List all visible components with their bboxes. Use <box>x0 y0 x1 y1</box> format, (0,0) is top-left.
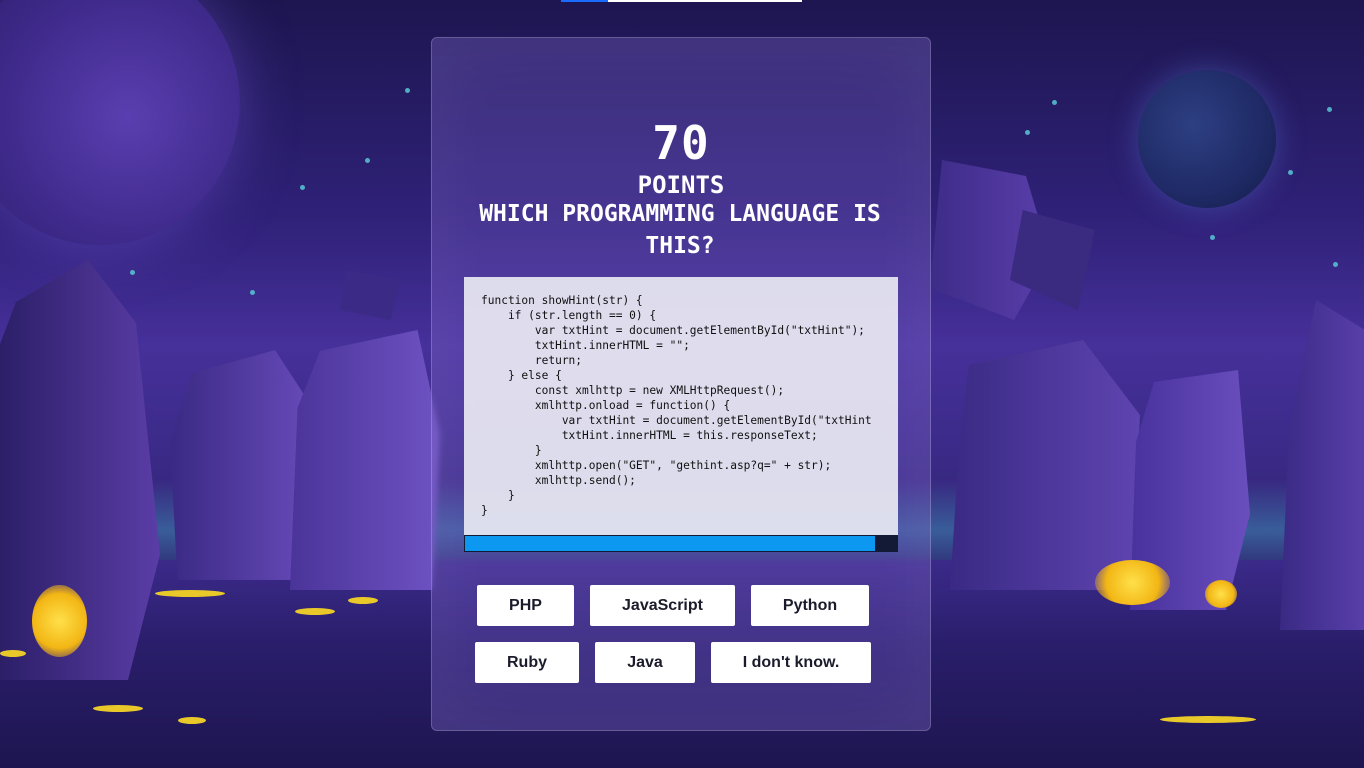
answer-button-php[interactable]: PHP <box>477 585 574 626</box>
glow-puddle <box>1160 716 1256 723</box>
answer-button-python[interactable]: Python <box>751 585 869 626</box>
glow-puddle <box>348 597 378 604</box>
star <box>300 185 305 190</box>
score-value: 70 <box>652 116 710 170</box>
score-label: POINTS <box>637 171 725 199</box>
glowing-crystal <box>32 585 87 657</box>
star <box>250 290 255 295</box>
timer-bar-fill <box>465 536 875 551</box>
timer-bar-track <box>464 535 898 552</box>
glowing-crystal <box>1095 560 1170 605</box>
star <box>1333 262 1338 267</box>
glow-puddle <box>93 705 143 712</box>
star <box>365 158 370 163</box>
top-progress-fill <box>561 0 608 2</box>
star <box>1288 170 1293 175</box>
small-planet <box>1138 70 1276 208</box>
code-snippet: function showHint(str) { if (str.length … <box>481 294 872 517</box>
glow-puddle <box>178 717 206 724</box>
answer-button-dont-know[interactable]: I don't know. <box>711 642 871 683</box>
star <box>1052 100 1057 105</box>
star <box>405 88 410 93</box>
star <box>1327 107 1332 112</box>
answer-button-javascript[interactable]: JavaScript <box>590 585 735 626</box>
rock-formation <box>950 340 1140 590</box>
glow-puddle <box>155 590 225 597</box>
floating-rock <box>340 270 400 320</box>
question-text: WHICH PROGRAMMING LANGUAGE IS THIS? <box>479 201 881 259</box>
large-planet <box>0 0 240 245</box>
glowing-crystal <box>1205 580 1237 608</box>
star <box>130 270 135 275</box>
rock-formation <box>1280 300 1364 630</box>
glow-puddle <box>295 608 335 615</box>
rock-formation <box>290 330 440 590</box>
glow-puddle <box>0 650 26 657</box>
code-snippet-box[interactable]: function showHint(str) { if (str.length … <box>464 277 898 552</box>
star <box>1210 235 1215 240</box>
answer-button-ruby[interactable]: Ruby <box>475 642 579 683</box>
answer-button-java[interactable]: Java <box>595 642 695 683</box>
star <box>1025 130 1030 135</box>
